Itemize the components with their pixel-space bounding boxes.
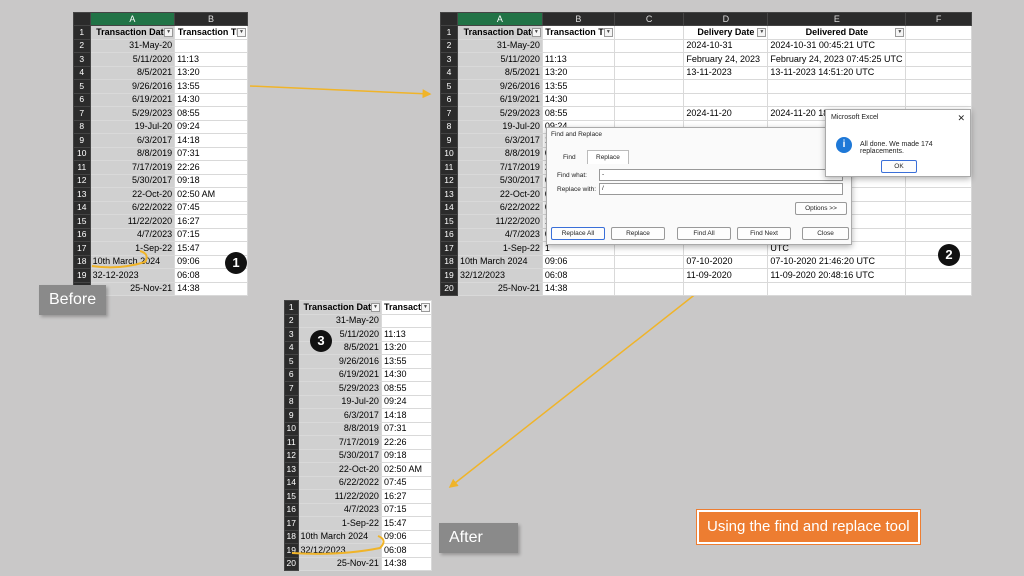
highlight-circle-before <box>91 250 148 269</box>
highlight-circle-after <box>291 535 385 555</box>
highlight-marks <box>91 250 385 555</box>
